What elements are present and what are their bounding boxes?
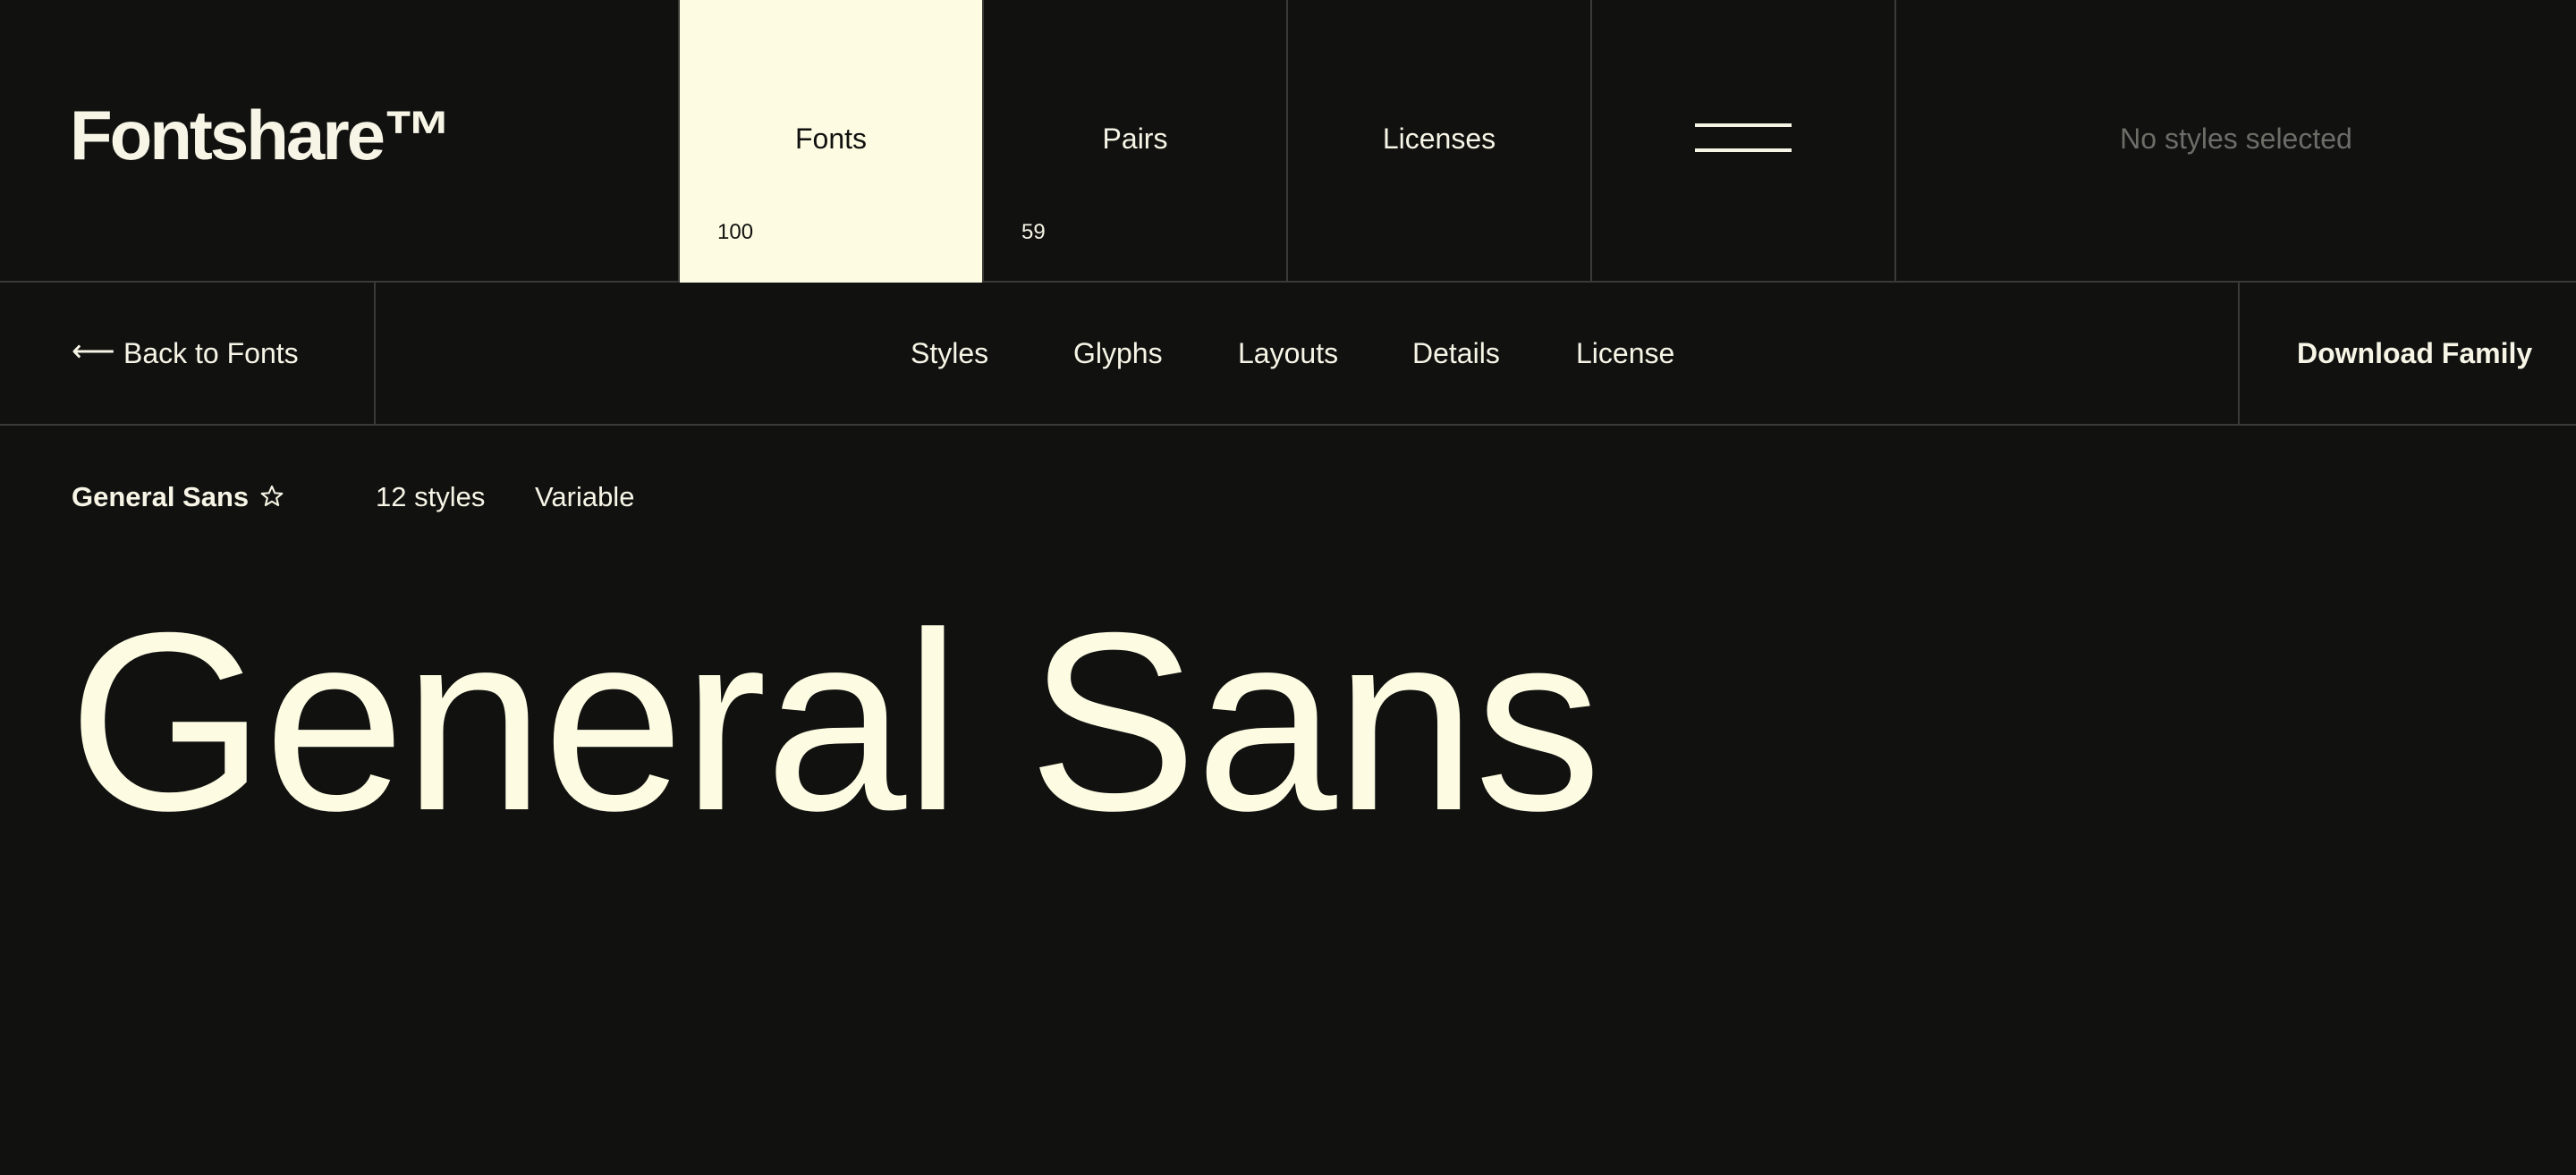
arrow-left-icon: ⟵	[72, 334, 115, 368]
tab-styles[interactable]: Styles	[911, 336, 988, 370]
selection-status-text: No styles selected	[2120, 123, 2352, 155]
download-family-label: Download Family	[2297, 337, 2533, 369]
star-icon[interactable]	[259, 484, 284, 509]
nav-tab-licenses-label: Licenses	[1382, 123, 1496, 155]
tab-details[interactable]: Details	[1412, 336, 1500, 370]
nav-tab-pairs-label: Pairs	[1102, 123, 1168, 155]
tab-license[interactable]: License	[1576, 336, 1674, 370]
download-family-button[interactable]: Download Family	[2238, 283, 2576, 424]
menu-button[interactable]	[1592, 0, 1896, 283]
back-to-fonts-link[interactable]: ⟵ Back to Fonts	[0, 283, 376, 424]
nav-tab-pairs-count: 59	[1021, 220, 1046, 244]
fontshare-logo[interactable]: Fontshare™	[70, 100, 453, 170]
nav-tab-fonts-label: Fonts	[794, 123, 868, 155]
tab-glyphs[interactable]: Glyphs	[1073, 336, 1163, 370]
top-navigation: Fontshare™ Fonts 100 Pairs 59 Licenses N…	[0, 0, 2576, 283]
tab-layouts[interactable]: Layouts	[1238, 336, 1338, 370]
back-to-fonts-label: Back to Fonts	[123, 337, 299, 369]
font-subnavigation: ⟵ Back to Fonts Styles Glyphs Layouts De…	[0, 283, 2576, 426]
font-name: General Sans	[72, 481, 250, 512]
nav-tab-pairs[interactable]: Pairs 59	[984, 0, 1288, 283]
variable-badge: Variable	[535, 481, 635, 512]
selected-styles-panel[interactable]: No styles selected	[1896, 0, 2576, 283]
nav-tab-fonts-count: 100	[717, 220, 754, 244]
styles-count: 12 styles	[376, 481, 486, 512]
nav-tab-fonts[interactable]: Fonts 100	[678, 0, 984, 283]
nav-tab-licenses[interactable]: Licenses	[1288, 0, 1592, 283]
font-preview-text: General Sans	[68, 580, 1602, 864]
